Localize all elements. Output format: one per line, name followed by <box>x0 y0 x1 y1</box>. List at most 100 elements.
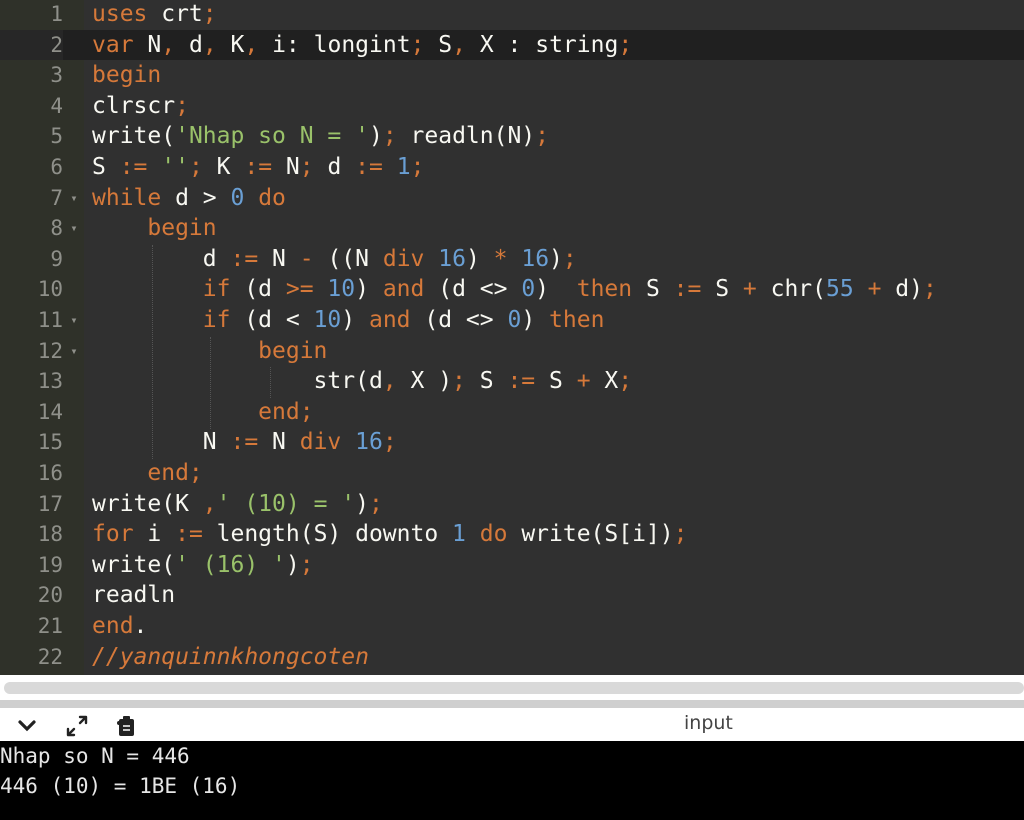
code-line[interactable]: 13 str(d, X ); S := S + X; <box>0 366 1024 397</box>
code-text[interactable]: //yanquinnkhongcoten <box>92 642 369 673</box>
code-token: if <box>202 307 231 333</box>
code-token: ; <box>673 521 688 548</box>
code-token: write(S[i]) <box>507 521 674 548</box>
code-text[interactable]: var N, d, K, i: longint; S, X : string; <box>92 30 632 61</box>
code-text[interactable]: end; <box>92 458 202 489</box>
line-number: 16 <box>37 461 63 485</box>
code-text[interactable]: if (d >= 10) and (d <> 0) then S := S + … <box>92 274 937 305</box>
code-token: if <box>202 276 231 303</box>
code-line[interactable]: 22 //yanquinnkhongcoten <box>0 642 1024 673</box>
code-token: ) <box>355 276 383 303</box>
fold-toggle-icon[interactable]: ▾ <box>68 183 80 214</box>
code-token: write( <box>92 123 176 150</box>
code-line[interactable]: 17 write(K ,' (10) = '); <box>0 489 1024 520</box>
line-number: 3 <box>50 63 63 88</box>
code-line[interactable]: 21 end. <box>0 611 1024 642</box>
code-line[interactable]: 11 ▾ if (d < 10) and (d <> 0) then <box>0 305 1024 336</box>
fold-toggle-icon[interactable]: ▾ <box>68 213 80 244</box>
code-token: str(d <box>92 368 383 395</box>
line-number: 11 <box>37 308 63 332</box>
fold-toggle-icon[interactable]: ▾ <box>68 336 80 367</box>
horizontal-scrollbar[interactable] <box>4 682 1024 694</box>
code-line[interactable]: 14 end; <box>0 397 1024 428</box>
code-token: //yanquinnkhongcoten <box>92 643 369 670</box>
code-line[interactable]: 18 for i := length(S) downto 1 do write(S… <box>0 519 1024 550</box>
code-token: d > <box>161 184 231 211</box>
code-text[interactable]: clrscr; <box>92 91 189 122</box>
code-token: := <box>175 521 203 548</box>
code-token: , <box>452 31 466 58</box>
code-token: ; <box>618 368 633 395</box>
code-token: ; <box>452 368 466 395</box>
code-token: + <box>742 276 757 303</box>
code-line[interactable]: 9 d := N - ((N div 16) * 16); <box>0 244 1024 275</box>
code-token: i: longint <box>258 31 411 58</box>
code-text[interactable]: begin <box>92 213 216 244</box>
code-token: * <box>493 245 508 272</box>
line-number: 10 <box>37 277 63 302</box>
code-text[interactable]: end. <box>92 611 147 642</box>
code-line[interactable]: 8 ▾ begin <box>0 213 1024 244</box>
code-token: ) <box>285 551 300 578</box>
code-token: ; <box>410 31 425 58</box>
code-text[interactable]: readln <box>92 580 175 611</box>
code-text[interactable]: S := ''; K := N; d := 1; <box>92 152 424 183</box>
code-token: K <box>216 31 245 58</box>
code-token: ) <box>368 123 383 150</box>
code-text[interactable]: str(d, X ); S := S + X; <box>92 366 633 397</box>
code-line[interactable]: 20 readln <box>0 580 1024 611</box>
code-token: ; <box>299 551 314 578</box>
code-line[interactable]: 4 clrscr; <box>0 91 1024 122</box>
code-token: S <box>632 276 674 303</box>
code-line[interactable]: 12 ▾ begin <box>0 336 1024 367</box>
code-token: , <box>244 31 259 58</box>
line-number: 18 <box>37 522 63 547</box>
code-line[interactable]: 5 write('Nhap so N = '); readln(N); <box>0 121 1024 152</box>
code-text[interactable]: while d > 0 do <box>92 183 286 214</box>
code-text[interactable]: write(K ,' (10) = '); <box>92 489 383 520</box>
line-number: 8 <box>50 216 63 241</box>
code-token: := <box>244 154 273 180</box>
code-line[interactable]: 7 ▾ while d > 0 do <box>0 183 1024 214</box>
code-token: d <box>92 245 231 272</box>
code-token: d <box>175 31 203 58</box>
code-text[interactable]: N := N div 16; <box>92 427 397 458</box>
console-toolbar: input <box>0 711 1024 741</box>
code-text[interactable]: d := N - ((N div 16) * 16); <box>92 244 577 275</box>
code-token: := <box>673 276 702 303</box>
code-line[interactable]: 15 N := N div 16; <box>0 427 1024 458</box>
code-line[interactable]: 10 if (d >= 10) and (d <> 0) then S := S… <box>0 274 1024 305</box>
code-token: ) <box>521 307 550 333</box>
line-number: 6 <box>50 155 63 179</box>
code-line[interactable]: 1 uses crt; <box>0 0 1024 30</box>
code-line[interactable]: 19 write(' (16) '); <box>0 550 1024 581</box>
code-text[interactable]: begin <box>92 60 161 91</box>
code-token: '' <box>147 154 189 180</box>
line-number: 15 <box>37 430 63 455</box>
panel-splitter[interactable] <box>0 675 1024 711</box>
code-token: ; <box>299 154 314 180</box>
code-token: readln(N) <box>396 123 536 150</box>
code-text[interactable]: uses crt; <box>92 0 217 30</box>
clipboard-icon[interactable] <box>114 713 140 739</box>
code-token: S <box>424 31 453 58</box>
code-text[interactable]: end; <box>92 397 313 428</box>
code-text[interactable]: write('Nhap so N = '); readln(N); <box>92 121 549 152</box>
expand-icon[interactable] <box>64 713 90 739</box>
code-token: X : string <box>465 31 619 58</box>
code-line[interactable]: 6 S := ''; K := N; d := 1; <box>0 152 1024 183</box>
resize-handle[interactable] <box>0 700 1024 708</box>
code-token: 1 <box>452 521 466 548</box>
code-text[interactable]: if (d < 10) and (d <> 0) then <box>92 305 605 336</box>
fold-toggle-icon[interactable]: ▾ <box>68 305 80 336</box>
code-line[interactable]: 2 var N, d, K, i: longint; S, X : string; <box>0 29 1024 61</box>
line-number: 7 <box>50 185 63 210</box>
line-number: 14 <box>37 399 63 424</box>
code-line[interactable]: 3 begin <box>0 60 1024 91</box>
code-editor[interactable]: 1 uses crt; 2 var N, d, K, i: longint; S, X… <box>0 0 1024 675</box>
chevron-down-icon[interactable] <box>14 713 40 739</box>
code-line[interactable]: 16 end; <box>0 458 1024 489</box>
code-text[interactable]: write(' (16) '); <box>92 550 314 581</box>
code-text[interactable]: for i := length(S) downto 1 do write(S[i… <box>92 519 688 550</box>
